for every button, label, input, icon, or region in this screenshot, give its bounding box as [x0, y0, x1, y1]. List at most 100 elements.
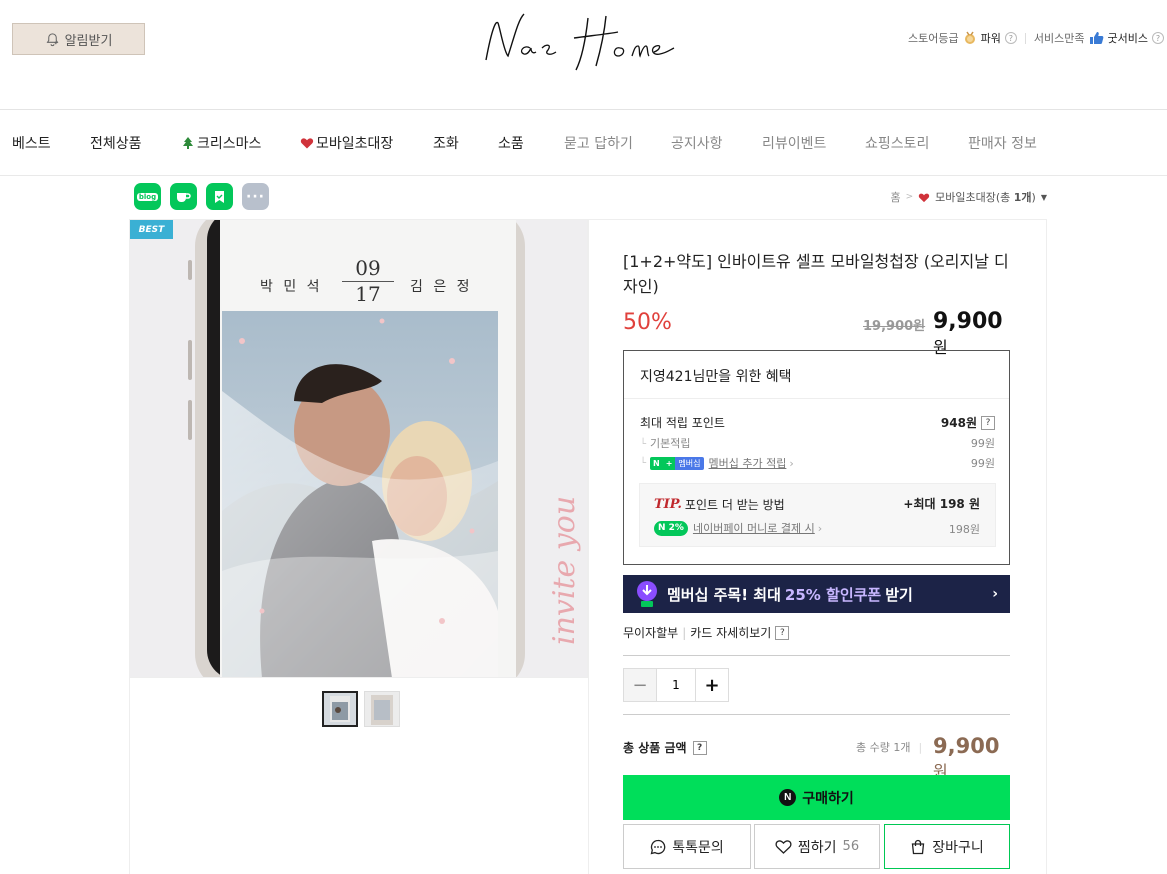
thumbs-up-icon — [1089, 32, 1103, 44]
divider — [623, 714, 1010, 715]
store-grade-value: 파워 — [980, 32, 1001, 45]
original-price: 19,900원 — [863, 319, 926, 334]
bell-plus-icon — [46, 32, 58, 46]
card-help-icon[interactable]: ? — [775, 625, 790, 640]
installment-label: 무이자할부 — [623, 626, 679, 640]
download-coupon-icon — [637, 581, 657, 607]
nav-item-christmas[interactable]: 크리스마스 — [181, 133, 261, 153]
chevron-right-icon: › — [817, 521, 823, 535]
service-value: 굿서비스 — [1107, 32, 1148, 45]
product-image[interactable]: BEST 박 민 석 09 17 김 은 정 invite you — [129, 219, 588, 678]
chevron-right-icon: › — [992, 586, 998, 602]
service-help-icon[interactable]: ? — [1152, 32, 1164, 44]
card-info-row: 무이자할부 | 카드 자세히보기 ? — [623, 624, 790, 641]
share-buttons: blog ··· — [134, 183, 269, 210]
wedding-photo — [222, 311, 498, 677]
tip-box: TIP. 포인트 더 받는 방법 +최대 198 원 N 2% 네이버페이 머니… — [639, 483, 996, 547]
share-cafe-button[interactable] — [170, 183, 197, 210]
npay-n-icon: N — [779, 789, 797, 806]
quantity-decrease-button[interactable]: − — [624, 669, 656, 701]
card-details-link[interactable]: 카드 자세히보기 — [690, 624, 771, 641]
thumbnail-1[interactable] — [322, 691, 358, 727]
store-grade-label: 스토어등급 — [908, 32, 959, 45]
share-blog-button[interactable]: blog — [134, 183, 161, 210]
store-info: 스토어등급 파워 ? 서비스만족 굿서비스 ? — [908, 30, 1164, 46]
nav-item-review-event[interactable]: 리뷰이벤트 — [762, 133, 826, 153]
breadcrumb-category[interactable]: 모바일초대장(총 1개) — [935, 189, 1036, 205]
base-points-row: └ 기본적립 99원 — [640, 437, 995, 450]
talk-inquiry-button[interactable]: 톡톡문의 — [623, 824, 751, 869]
divider — [1024, 32, 1026, 44]
divider: | — [682, 625, 687, 640]
chat-bubble-icon — [650, 839, 666, 854]
info-left-border — [588, 219, 589, 874]
invitation-header: 박 민 석 09 17 김 은 정 — [220, 238, 516, 308]
medal-icon — [964, 31, 975, 44]
total-quantity: 총 수량 1개 | — [856, 741, 923, 754]
heart-icon — [300, 138, 314, 149]
membership-coupon-banner[interactable]: 멤버십 주목! 최대 25% 할인쿠폰 받기 › — [623, 575, 1010, 613]
npay-value: 198원 — [948, 523, 980, 536]
nav-item-props[interactable]: 소품 — [498, 133, 524, 153]
heart-outline-icon — [775, 840, 792, 854]
wish-count: 56 — [842, 839, 860, 854]
quantity-increase-button[interactable]: + — [696, 669, 728, 701]
nav-item-best[interactable]: 베스트 — [12, 133, 51, 153]
cart-button[interactable]: 장바구니 — [884, 824, 1010, 869]
discount-rate: 50% — [623, 310, 672, 335]
bride-name: 김 은 정 — [410, 279, 473, 295]
nav-item-shopping-story[interactable]: 쇼핑스토리 — [865, 133, 929, 153]
total-help-icon[interactable]: ? — [692, 740, 707, 755]
service-label: 서비스만족 — [1033, 32, 1085, 45]
divider — [623, 655, 1010, 656]
breadcrumb-home[interactable]: 홈 — [890, 189, 900, 205]
benefit-header: 지영421님만을 위한 혜택 — [624, 351, 1009, 399]
notify-label: 알림받기 — [64, 33, 113, 49]
category-nav: 베스트 전체상품 크리스마스 모바일초대장 조화 소품 묻고 답하기 공지사항 … — [0, 110, 1167, 176]
caret-down-icon[interactable]: ▼ — [1041, 193, 1047, 202]
nav-item-seller-info[interactable]: 판매자 정보 — [968, 133, 1037, 153]
nav-item-notice[interactable]: 공지사항 — [671, 133, 723, 153]
chevron-right-icon: > — [905, 192, 914, 202]
info-top-border — [588, 219, 1047, 220]
points-help-icon[interactable]: ? — [981, 415, 995, 430]
phone-button — [188, 260, 192, 280]
heart-icon — [918, 193, 930, 202]
phone-button — [188, 400, 192, 440]
thumbnail-2[interactable] — [364, 691, 400, 727]
wishlist-button[interactable]: 찜하기 56 — [754, 824, 880, 869]
chevron-right-icon: › — [789, 456, 794, 470]
groom-name: 박 민 석 — [260, 279, 323, 295]
tip-row: TIP. 포인트 더 받는 방법 — [654, 497, 785, 512]
cafe-cup-icon — [177, 193, 191, 202]
share-bookmark-button[interactable] — [206, 183, 233, 210]
tip-value: +최대 198 원 — [903, 497, 980, 511]
buy-button[interactable]: N 구매하기 — [623, 775, 1010, 820]
info-right-border — [1046, 219, 1047, 874]
npay-row[interactable]: N 2% 네이버페이 머니로 결제 시 › — [654, 520, 822, 536]
total-label: 총 상품 금액 ? — [623, 739, 707, 756]
nav-item-qna[interactable]: 묻고 답하기 — [564, 133, 633, 153]
max-points-row: 최대 적립 포인트 948원 ? — [640, 414, 995, 431]
grade-help-icon[interactable]: ? — [1004, 32, 1017, 44]
store-logo[interactable] — [478, 8, 708, 78]
benefit-box: 지영421님만을 위한 혜택 최대 적립 포인트 948원 ? └ 기본적립 99… — [623, 350, 1010, 565]
nav-item-artificial-flowers[interactable]: 조화 — [433, 133, 459, 153]
invitation-screen: 박 민 석 09 17 김 은 정 — [220, 220, 516, 677]
nav-item-mobile-invitation[interactable]: 모바일초대장 — [300, 133, 393, 153]
quantity-input[interactable] — [656, 669, 696, 701]
membership-points-row[interactable]: └ N + 멤버십 멤버십 추가 적립 › 99원 — [640, 455, 995, 471]
thumbnail-list — [322, 691, 400, 727]
shopping-bag-icon — [912, 839, 925, 854]
phone-button — [188, 340, 192, 380]
product-title: [1+2+약도] 인바이트유 셀프 모바일청첩장 (오리지날 디자인) — [623, 252, 1009, 296]
tree-icon — [183, 137, 193, 149]
image-col-border — [129, 678, 130, 874]
bookmark-icon — [215, 190, 224, 203]
best-badge: BEST — [130, 220, 173, 239]
notify-button[interactable]: 알림받기 — [12, 23, 145, 55]
wedding-date: 09 17 — [342, 256, 394, 307]
more-share-button[interactable]: ··· — [242, 183, 269, 210]
nav-item-all-products[interactable]: 전체상품 — [90, 133, 142, 153]
invite-you-script: invite you — [547, 495, 582, 645]
